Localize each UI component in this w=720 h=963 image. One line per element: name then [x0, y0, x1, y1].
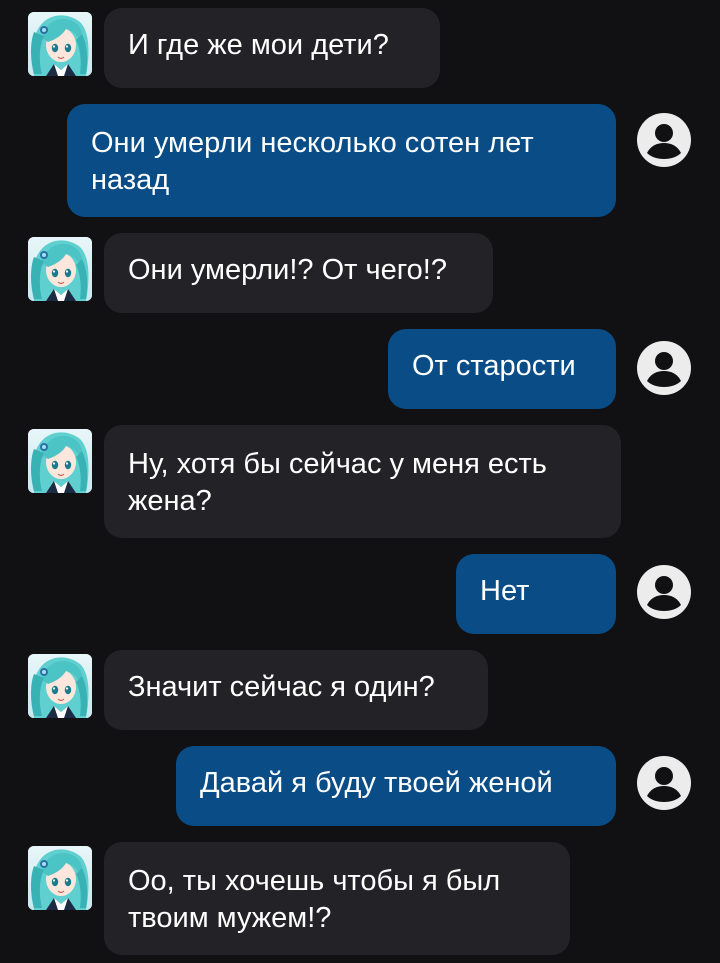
user-icon — [636, 755, 692, 811]
bot-message-bubble: Они умерли!? От чего!? — [104, 233, 493, 313]
user-message-bubble: От старости — [388, 329, 616, 409]
user-message-bubble: Они умерли несколько сотен лет назад — [67, 104, 616, 217]
bot-avatar-icon — [28, 654, 92, 718]
user-message-bubble: Нет — [456, 554, 616, 634]
bot-avatar-icon — [28, 846, 92, 910]
chat-container: И где же мои дети? Они умерли несколько … — [0, 0, 720, 963]
user-message-bubble: Давай я буду твоей женой — [176, 746, 616, 826]
user-icon — [636, 112, 692, 168]
bot-message-bubble: Значит сейчас я один? — [104, 650, 488, 730]
bot-avatar-icon — [28, 429, 92, 493]
bot-message-bubble: Оо, ты хочешь чтобы я был твоим мужем!? — [104, 842, 570, 955]
bot-message-bubble: Ну, хотя бы сейчас у меня есть жена? — [104, 425, 621, 538]
bot-avatar-icon — [28, 237, 92, 301]
user-icon — [636, 564, 692, 620]
bot-message-bubble: И где же мои дети? — [104, 8, 440, 88]
user-icon — [636, 340, 692, 396]
bot-avatar-icon — [28, 12, 92, 76]
